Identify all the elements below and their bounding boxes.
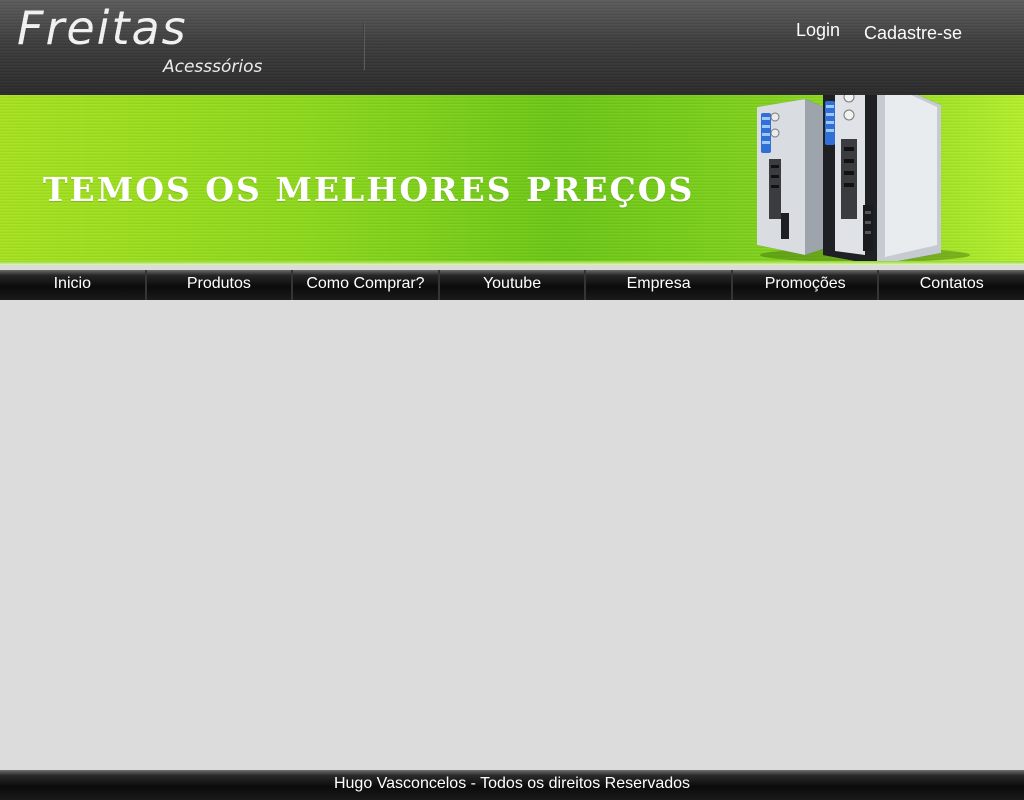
login-link[interactable]: Login (796, 19, 840, 41)
nav-item-produtos[interactable]: Produtos (146, 270, 294, 300)
nav-item-contatos[interactable]: Contatos (879, 270, 1024, 300)
banner-headline: TEMOS OS MELHORES PREÇOS (43, 170, 695, 209)
site-header: Freitas Acesssórios Login Cadastre-se (0, 0, 1024, 95)
server-tower-image (757, 95, 970, 265)
brand-logo[interactable]: Freitas (17, 2, 188, 54)
promo-banner: TEMOS OS MELHORES PREÇOS (0, 95, 1024, 265)
nav-item-inicio[interactable]: Inicio (0, 270, 147, 300)
nav-item-youtube[interactable]: Youtube (439, 270, 587, 300)
header-divider (363, 23, 365, 70)
site-footer: Hugo Vasconcelos - Todos os direitos Res… (0, 770, 1024, 800)
main-content-area (0, 300, 1024, 770)
register-link[interactable]: Cadastre-se (864, 22, 962, 44)
nav-item-promocoes[interactable]: Promoções (732, 270, 880, 300)
main-nav: Inicio Produtos Como Comprar? Youtube Em… (0, 270, 1024, 300)
nav-item-como-comprar[interactable]: Como Comprar? (293, 270, 440, 300)
brand-subtitle: Acesssórios (163, 57, 263, 77)
nav-item-empresa[interactable]: Empresa (586, 270, 733, 300)
